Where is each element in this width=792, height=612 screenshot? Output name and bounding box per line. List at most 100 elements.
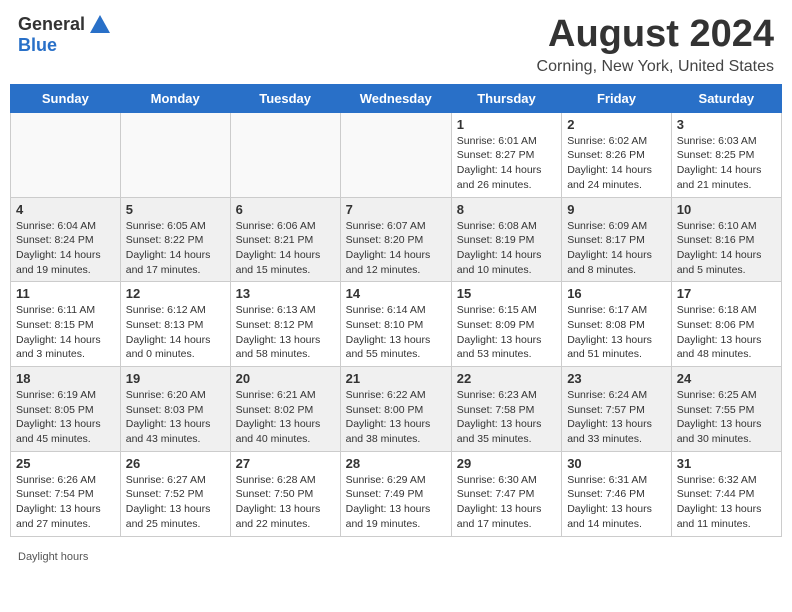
day-number: 12 <box>126 286 225 301</box>
legend: Daylight hours <box>0 547 792 569</box>
day-cell-11: 11Sunrise: 6:11 AMSunset: 8:15 PMDayligh… <box>11 282 121 367</box>
day-info: Sunrise: 6:32 AMSunset: 7:44 PMDaylight:… <box>677 473 776 532</box>
day-number: 23 <box>567 371 666 386</box>
day-cell-25: 25Sunrise: 6:26 AMSunset: 7:54 PMDayligh… <box>11 451 121 536</box>
day-cell-20: 20 Sunrise: 6:21 AMSunset: 8:02 PMDayligh… <box>230 367 340 452</box>
calendar-container: SundayMondayTuesdayWednesdayThursdayFrid… <box>0 84 792 547</box>
day-number: 13 <box>236 286 335 301</box>
day-cell-15: 15 Sunrise: 6:15 AMSunset: 8:09 PMDayligh… <box>451 282 561 367</box>
day-cell-1: 1 Sunrise: 6:01 AMSunset: 8:27 PMDaylight… <box>451 112 561 197</box>
day-info: Sunrise: 6:17 AMSunset: 8:08 PMDaylight:… <box>567 303 666 362</box>
day-cell-12: 12Sunrise: 6:12 AMSunset: 8:13 PMDayligh… <box>120 282 230 367</box>
day-number: 22 <box>457 371 556 386</box>
week-row-4: 18 Sunrise: 6:19 AMSunset: 8:05 PMDayligh… <box>11 367 782 452</box>
day-number: 27 <box>236 456 335 471</box>
day-header-saturday: Saturday <box>671 84 781 112</box>
day-cell-14: 14Sunrise: 6:14 AMSunset: 8:10 PMDayligh… <box>340 282 451 367</box>
day-info: Sunrise: 6:30 AMSunset: 7:47 PMDaylight:… <box>457 473 556 532</box>
day-cell-3: 3 Sunrise: 6:03 AMSunset: 8:25 PMDaylight… <box>671 112 781 197</box>
week-row-3: 11Sunrise: 6:11 AMSunset: 8:15 PMDayligh… <box>11 282 782 367</box>
day-info: Sunrise: 6:27 AMSunset: 7:52 PMDaylight:… <box>126 473 225 532</box>
day-number: 24 <box>677 371 776 386</box>
header: General Blue August 2024 Corning, New Yo… <box>0 0 792 84</box>
day-number: 3 <box>677 117 776 132</box>
day-info: Sunrise: 6:18 AMSunset: 8:06 PMDaylight:… <box>677 303 776 362</box>
day-header-thursday: Thursday <box>451 84 561 112</box>
day-header-tuesday: Tuesday <box>230 84 340 112</box>
day-number: 5 <box>126 202 225 217</box>
day-info: Sunrise: 6:31 AMSunset: 7:46 PMDaylight:… <box>567 473 666 532</box>
day-cell-26: 26 Sunrise: 6:27 AMSunset: 7:52 PMDayligh… <box>120 451 230 536</box>
day-cell-23: 23 Sunrise: 6:24 AMSunset: 7:57 PMDayligh… <box>562 367 672 452</box>
day-cell-empty-0 <box>11 112 121 197</box>
day-number: 19 <box>126 371 225 386</box>
day-number: 16 <box>567 286 666 301</box>
day-cell-7: 7Sunrise: 6:07 AMSunset: 8:20 PMDaylight… <box>340 197 451 282</box>
day-cell-9: 9 Sunrise: 6:09 AMSunset: 8:17 PMDaylight… <box>562 197 672 282</box>
day-number: 18 <box>16 371 115 386</box>
day-number: 14 <box>346 286 446 301</box>
day-info: Sunrise: 6:19 AMSunset: 8:05 PMDaylight:… <box>16 388 115 447</box>
day-number: 21 <box>346 371 446 386</box>
day-cell-6: 6Sunrise: 6:06 AMSunset: 8:21 PMDaylight… <box>230 197 340 282</box>
day-number: 15 <box>457 286 556 301</box>
day-cell-22: 22 Sunrise: 6:23 AMSunset: 7:58 PMDayligh… <box>451 367 561 452</box>
day-cell-21: 21Sunrise: 6:22 AMSunset: 8:00 PMDayligh… <box>340 367 451 452</box>
day-number: 1 <box>457 117 556 132</box>
day-number: 9 <box>567 202 666 217</box>
day-cell-27: 27 Sunrise: 6:28 AMSunset: 7:50 PMDayligh… <box>230 451 340 536</box>
day-info: Sunrise: 6:02 AMSunset: 8:26 PMDaylight:… <box>567 134 666 193</box>
day-number: 20 <box>236 371 335 386</box>
day-info: Sunrise: 6:21 AMSunset: 8:02 PMDaylight:… <box>236 388 335 447</box>
day-cell-5: 5 Sunrise: 6:05 AMSunset: 8:22 PMDaylight… <box>120 197 230 282</box>
day-info: Sunrise: 6:03 AMSunset: 8:25 PMDaylight:… <box>677 134 776 193</box>
week-row-2: 4 Sunrise: 6:04 AMSunset: 8:24 PMDaylight… <box>11 197 782 282</box>
day-info: Sunrise: 6:01 AMSunset: 8:27 PMDaylight:… <box>457 134 556 193</box>
day-cell-8: 8Sunrise: 6:08 AMSunset: 8:19 PMDaylight… <box>451 197 561 282</box>
day-header-friday: Friday <box>562 84 672 112</box>
day-number: 30 <box>567 456 666 471</box>
day-info: Sunrise: 6:28 AMSunset: 7:50 PMDaylight:… <box>236 473 335 532</box>
week-row-5: 25Sunrise: 6:26 AMSunset: 7:54 PMDayligh… <box>11 451 782 536</box>
day-number: 11 <box>16 286 115 301</box>
day-cell-28: 28Sunrise: 6:29 AMSunset: 7:49 PMDayligh… <box>340 451 451 536</box>
day-info: Sunrise: 6:10 AMSunset: 8:16 PMDaylight:… <box>677 219 776 278</box>
day-number: 26 <box>126 456 225 471</box>
day-cell-empty-2 <box>230 112 340 197</box>
day-header-sunday: Sunday <box>11 84 121 112</box>
day-cell-19: 19 Sunrise: 6:20 AMSunset: 8:03 PMDayligh… <box>120 367 230 452</box>
day-number: 4 <box>16 202 115 217</box>
day-cell-17: 17 Sunrise: 6:18 AMSunset: 8:06 PMDayligh… <box>671 282 781 367</box>
logo: General Blue <box>18 14 110 56</box>
month-title: August 2024 <box>537 14 774 56</box>
day-info: Sunrise: 6:23 AMSunset: 7:58 PMDaylight:… <box>457 388 556 447</box>
day-info: Sunrise: 6:24 AMSunset: 7:57 PMDaylight:… <box>567 388 666 447</box>
day-info: Sunrise: 6:09 AMSunset: 8:17 PMDaylight:… <box>567 219 666 278</box>
day-header-wednesday: Wednesday <box>340 84 451 112</box>
day-number: 10 <box>677 202 776 217</box>
day-cell-18: 18 Sunrise: 6:19 AMSunset: 8:05 PMDayligh… <box>11 367 121 452</box>
day-header-row: SundayMondayTuesdayWednesdayThursdayFrid… <box>11 84 782 112</box>
day-info: Sunrise: 6:05 AMSunset: 8:22 PMDaylight:… <box>126 219 225 278</box>
day-info: Sunrise: 6:07 AMSunset: 8:20 PMDaylight:… <box>346 219 446 278</box>
day-info: Sunrise: 6:13 AMSunset: 8:12 PMDaylight:… <box>236 303 335 362</box>
day-info: Sunrise: 6:04 AMSunset: 8:24 PMDaylight:… <box>16 219 115 278</box>
week-row-1: 1 Sunrise: 6:01 AMSunset: 8:27 PMDaylight… <box>11 112 782 197</box>
logo-blue-text: Blue <box>18 35 57 56</box>
day-header-monday: Monday <box>120 84 230 112</box>
day-number: 31 <box>677 456 776 471</box>
day-number: 17 <box>677 286 776 301</box>
day-cell-empty-1 <box>120 112 230 197</box>
day-info: Sunrise: 6:20 AMSunset: 8:03 PMDaylight:… <box>126 388 225 447</box>
day-cell-30: 30 Sunrise: 6:31 AMSunset: 7:46 PMDayligh… <box>562 451 672 536</box>
day-cell-31: 31 Sunrise: 6:32 AMSunset: 7:44 PMDayligh… <box>671 451 781 536</box>
day-info: Sunrise: 6:08 AMSunset: 8:19 PMDaylight:… <box>457 219 556 278</box>
day-info: Sunrise: 6:25 AMSunset: 7:55 PMDaylight:… <box>677 388 776 447</box>
day-info: Sunrise: 6:26 AMSunset: 7:54 PMDaylight:… <box>16 473 115 532</box>
title-area: August 2024 Corning, New York, United St… <box>537 14 774 76</box>
day-number: 28 <box>346 456 446 471</box>
day-number: 2 <box>567 117 666 132</box>
day-info: Sunrise: 6:06 AMSunset: 8:21 PMDaylight:… <box>236 219 335 278</box>
day-info: Sunrise: 6:15 AMSunset: 8:09 PMDaylight:… <box>457 303 556 362</box>
logo-general-text: General <box>18 14 85 35</box>
